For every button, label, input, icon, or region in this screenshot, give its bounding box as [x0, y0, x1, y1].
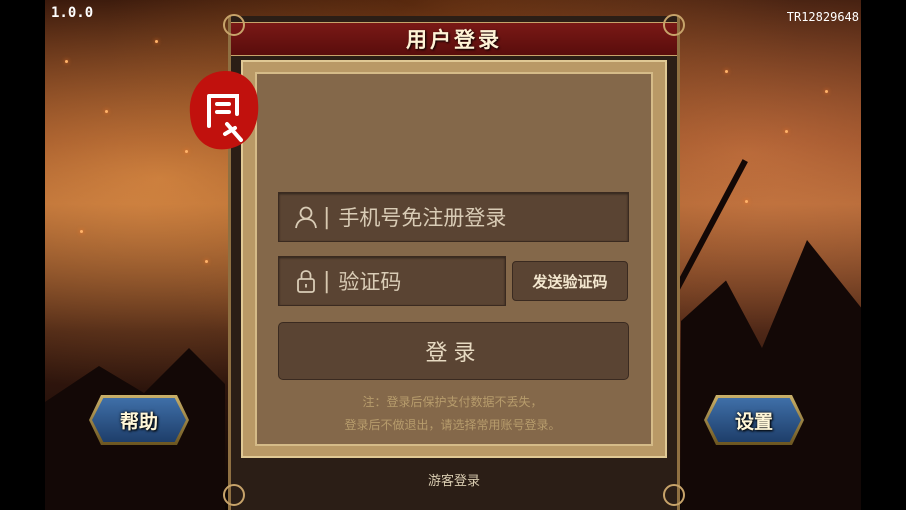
user-icon — [295, 206, 317, 229]
seal-logo-icon — [189, 70, 259, 150]
settings-button[interactable]: 设置 — [704, 395, 804, 445]
verification-code-input[interactable]: | 验证码 — [278, 256, 506, 306]
build-code-label: TR12829648 — [786, 10, 859, 24]
help-button-label: 帮助 — [119, 410, 158, 433]
dialog-title: 用户登录 — [406, 27, 502, 52]
guest-login-link[interactable]: 游客登录 — [228, 470, 680, 489]
ember-particle — [105, 110, 108, 113]
version-label: 1.0.0 — [51, 5, 94, 21]
send-code-button[interactable]: 发送验证码 — [512, 261, 628, 301]
code-placeholder: 验证码 — [338, 270, 402, 294]
ember-particle — [155, 40, 158, 43]
phone-input[interactable]: | 手机号免注册登录 — [278, 192, 629, 242]
corner-ornament-icon — [223, 14, 245, 36]
ember-particle — [65, 60, 68, 63]
login-note-line-2: 登录后不做退出，请选择常用账号登录。 — [344, 418, 561, 432]
corner-ornament-icon — [663, 14, 685, 36]
ember-particle — [745, 200, 748, 203]
login-button[interactable]: 登录 — [278, 322, 629, 380]
ember-particle — [80, 230, 83, 233]
help-button[interactable]: 帮助 — [89, 395, 189, 445]
ember-particle — [785, 130, 788, 133]
warrior-silhouette-right — [681, 240, 861, 510]
ember-particle — [205, 260, 208, 263]
settings-button-label: 设置 — [734, 410, 773, 433]
phone-placeholder: 手机号免注册登录 — [338, 206, 507, 230]
lock-icon — [297, 270, 315, 293]
ember-particle — [725, 70, 728, 73]
dialog-title-bar: 用户登录 — [231, 22, 677, 56]
ember-particle — [825, 90, 828, 93]
login-note-line-1: 注：登录后保护支付数据不丢失， — [362, 395, 543, 409]
field-separator: | — [323, 204, 331, 230]
field-separator: | — [323, 268, 331, 294]
